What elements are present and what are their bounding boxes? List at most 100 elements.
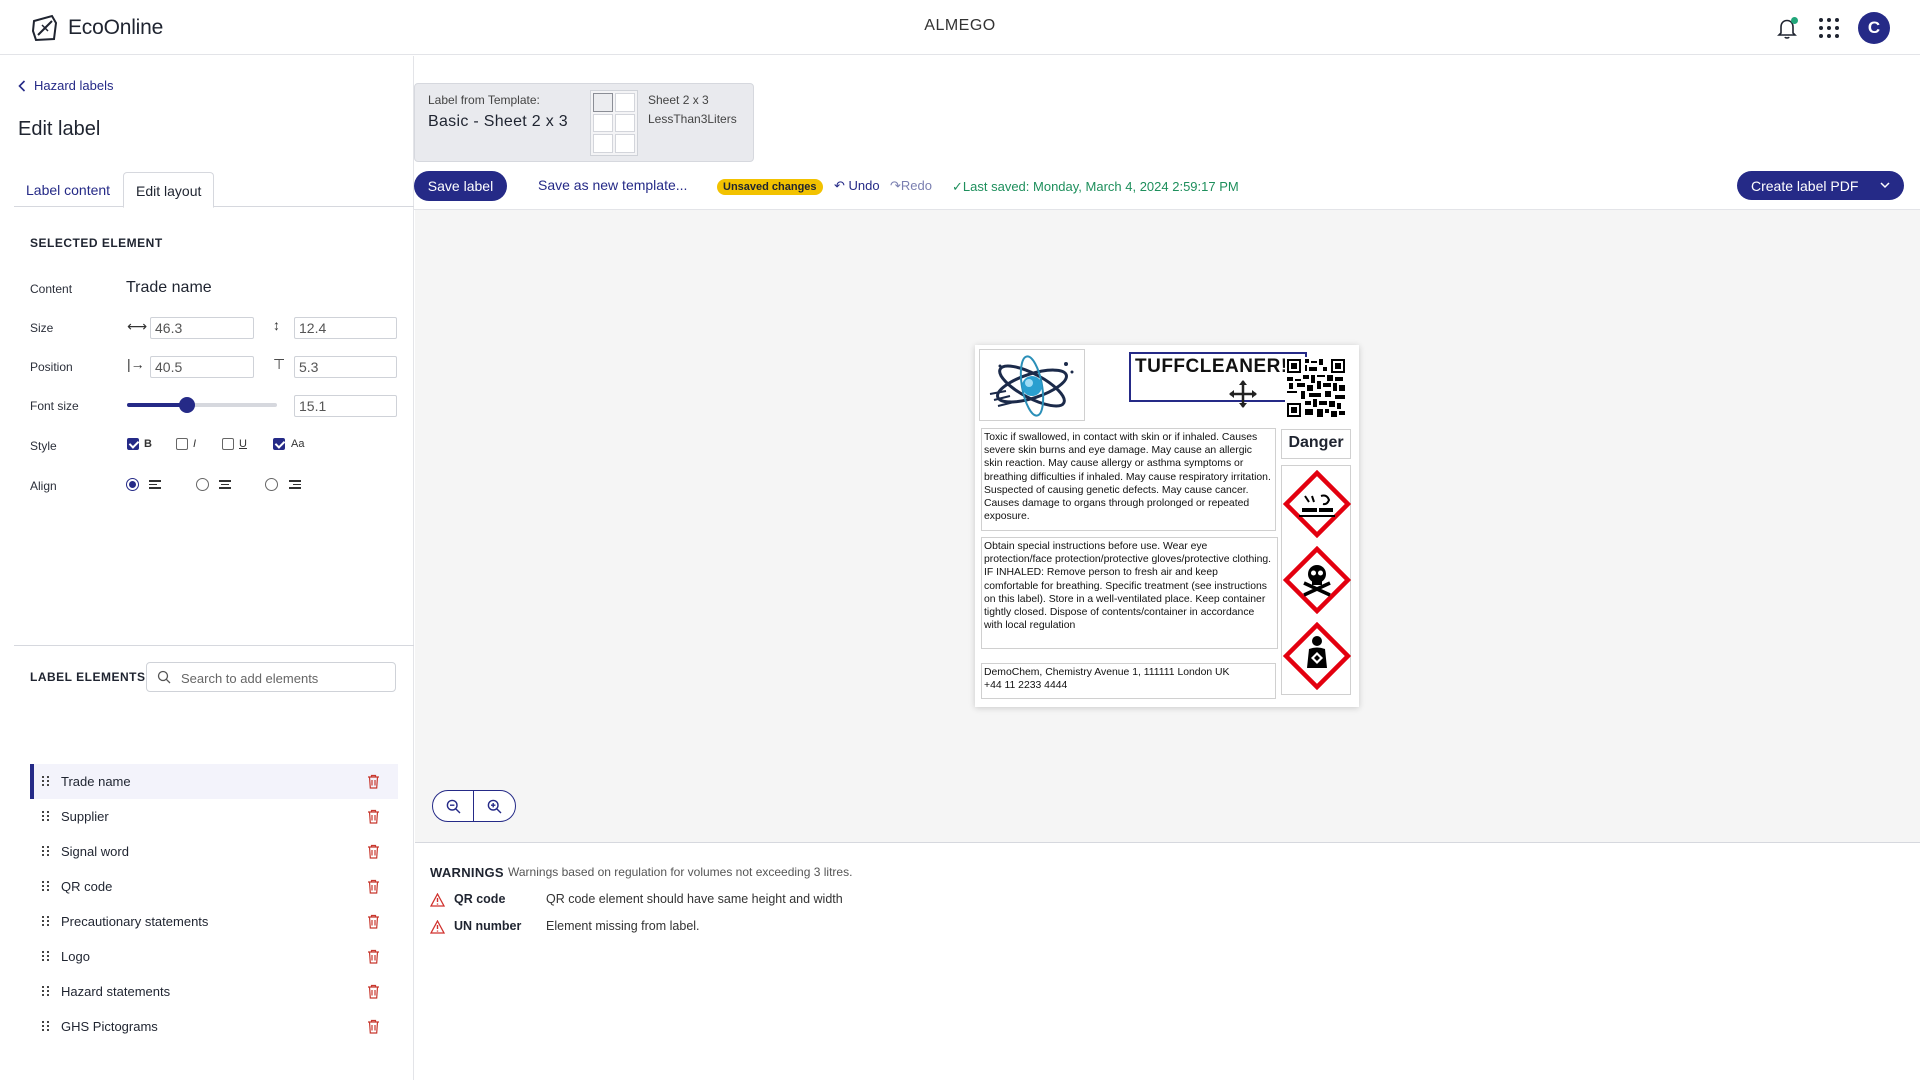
content-value: Trade name: [126, 279, 212, 296]
position-x-input[interactable]: [150, 356, 254, 378]
label-precautionary-statements[interactable]: Obtain special instructions before use. …: [981, 537, 1278, 649]
warnings-subtitle: Warnings based on regulation for volumes…: [508, 865, 853, 879]
tab-label-content[interactable]: Label content: [14, 172, 122, 208]
warning-message: Element missing from label.: [546, 919, 700, 933]
move-cursor-icon[interactable]: [1228, 379, 1258, 409]
trash-icon[interactable]: [367, 844, 380, 859]
label-trade-name[interactable]: TUFFCLEANER!!: [1129, 352, 1307, 408]
supplier-line-1: DemoChem, Chemistry Avenue 1, 111111 Lon…: [984, 667, 1230, 678]
template-name: Basic - Sheet 2 x 3: [428, 113, 568, 130]
health-hazard-icon: [1283, 622, 1351, 690]
skull-crossbones-icon: [1283, 546, 1351, 614]
width-arrows-icon: ⟷: [127, 318, 148, 334]
drag-handle-icon[interactable]: [42, 811, 49, 822]
size-label: Size: [30, 321, 54, 335]
label-ghs-pictograms[interactable]: [1281, 465, 1351, 695]
left-panel: Hazard labels Edit label Label content E…: [0, 56, 414, 1080]
font-size-slider-fill: [127, 403, 187, 407]
create-label-pdf-button[interactable]: Create label PDF: [1737, 171, 1904, 200]
save-label-button[interactable]: Save label: [414, 171, 507, 201]
list-item-supplier[interactable]: Supplier: [30, 799, 398, 834]
font-size-slider-handle[interactable]: [179, 397, 195, 413]
selected-element-heading: SELECTED ELEMENT: [30, 236, 163, 250]
drag-handle-icon[interactable]: [42, 776, 49, 787]
label-hazard-statements[interactable]: Toxic if swallowed, in contact with skin…: [981, 428, 1276, 531]
avatar[interactable]: C: [1858, 12, 1890, 44]
list-item-signal-word[interactable]: Signal word: [30, 834, 398, 869]
size-height-input[interactable]: [294, 317, 397, 339]
template-from-label: Label from Template:: [428, 93, 540, 107]
label-signal-word[interactable]: Danger: [1281, 429, 1351, 459]
font-size-input[interactable]: [294, 395, 397, 417]
align-left-radio[interactable]: [126, 478, 139, 491]
supplier-line-2: +44 11 2233 4444: [984, 680, 1068, 692]
height-arrows-icon: ↕: [273, 317, 280, 333]
style-italic-checkbox[interactable]: [176, 438, 188, 450]
list-item-trade-name[interactable]: Trade name: [30, 764, 398, 799]
trash-icon[interactable]: [367, 809, 380, 824]
label-logo[interactable]: [979, 349, 1085, 421]
save-as-template-button[interactable]: Save as new template...: [538, 177, 687, 193]
warnings-heading: WARNINGS: [430, 865, 504, 880]
trash-icon[interactable]: [367, 879, 380, 894]
notification-dot: [1791, 17, 1798, 24]
trash-icon[interactable]: [367, 1019, 380, 1034]
size-width-input[interactable]: [150, 317, 254, 339]
create-label-pdf-label: Create label PDF: [1751, 177, 1859, 194]
drag-handle-icon[interactable]: [42, 881, 49, 892]
tab-edit-layout[interactable]: Edit layout: [123, 172, 215, 208]
unsaved-changes-badge: Unsaved changes: [717, 179, 823, 195]
apps-grid-icon[interactable]: [1818, 17, 1840, 39]
warning-triangle-icon: [430, 920, 445, 934]
list-item-precautionary-statements[interactable]: Precautionary statements: [30, 904, 398, 939]
position-y-input[interactable]: [294, 356, 397, 378]
drag-handle-icon[interactable]: [42, 916, 49, 927]
qr-code[interactable]: [1285, 357, 1347, 419]
last-saved-status: ✓Last saved: Monday, March 4, 2024 2:59:…: [952, 179, 1239, 195]
list-item-label: QR code: [61, 879, 113, 894]
element-search-input[interactable]: [181, 668, 386, 688]
align-right-radio[interactable]: [265, 478, 278, 491]
app-logo[interactable]: EcoOnline: [30, 13, 163, 43]
chevron-down-icon: [1880, 182, 1890, 189]
style-bold-checkbox[interactable]: [127, 438, 139, 450]
zoom-out-button[interactable]: [433, 791, 475, 821]
font-size-slider[interactable]: [127, 397, 277, 413]
list-item-logo[interactable]: Logo: [30, 939, 398, 974]
list-item-label: GHS Pictograms: [61, 1019, 158, 1034]
zoom-controls: [432, 790, 516, 822]
drag-handle-icon[interactable]: [42, 1021, 49, 1032]
notifications-button[interactable]: [1774, 15, 1800, 41]
zoom-in-button[interactable]: [474, 791, 515, 821]
list-item-hazard-statements[interactable]: Hazard statements: [30, 974, 398, 1009]
style-case-checkbox[interactable]: [273, 438, 285, 450]
trash-icon[interactable]: [367, 984, 380, 999]
section-divider: [14, 645, 414, 646]
trash-icon[interactable]: [367, 774, 380, 789]
trash-icon[interactable]: [367, 949, 380, 964]
trash-icon[interactable]: [367, 914, 380, 929]
drag-handle-icon[interactable]: [42, 986, 49, 997]
back-link[interactable]: Hazard labels: [18, 78, 114, 93]
org-name: ALMEGO: [924, 17, 996, 34]
redo-label: Redo: [900, 178, 932, 193]
last-saved-text: Last saved: Monday, March 4, 2024 2:59:1…: [962, 179, 1239, 194]
align-label: Align: [30, 479, 57, 493]
template-card[interactable]: Label from Template: Basic - Sheet 2 x 3…: [414, 83, 754, 162]
zoom-out-icon: [446, 799, 460, 813]
list-item-label: Logo: [61, 949, 90, 964]
style-underline-checkbox[interactable]: [222, 438, 234, 450]
label-preview[interactable]: TUFFCLEANER!! Danger Toxic if swallowed,…: [975, 345, 1359, 707]
label-elements-heading: LABEL ELEMENTS: [30, 670, 146, 684]
label-supplier[interactable]: DemoChem, Chemistry Avenue 1, 111111 Lon…: [981, 663, 1276, 699]
drag-handle-icon[interactable]: [42, 846, 49, 857]
list-item-label: Precautionary statements: [61, 914, 209, 929]
position-x-icon: |→: [127, 356, 145, 372]
undo-button[interactable]: ↶ Undo: [834, 178, 880, 194]
redo-button[interactable]: ↷Redo: [890, 178, 932, 194]
list-item-ghs-pictograms[interactable]: GHS Pictograms: [30, 1009, 398, 1044]
list-item-label: Signal word: [61, 844, 129, 859]
align-center-radio[interactable]: [196, 478, 209, 491]
drag-handle-icon[interactable]: [42, 951, 49, 962]
list-item-qr-code[interactable]: QR code: [30, 869, 398, 904]
